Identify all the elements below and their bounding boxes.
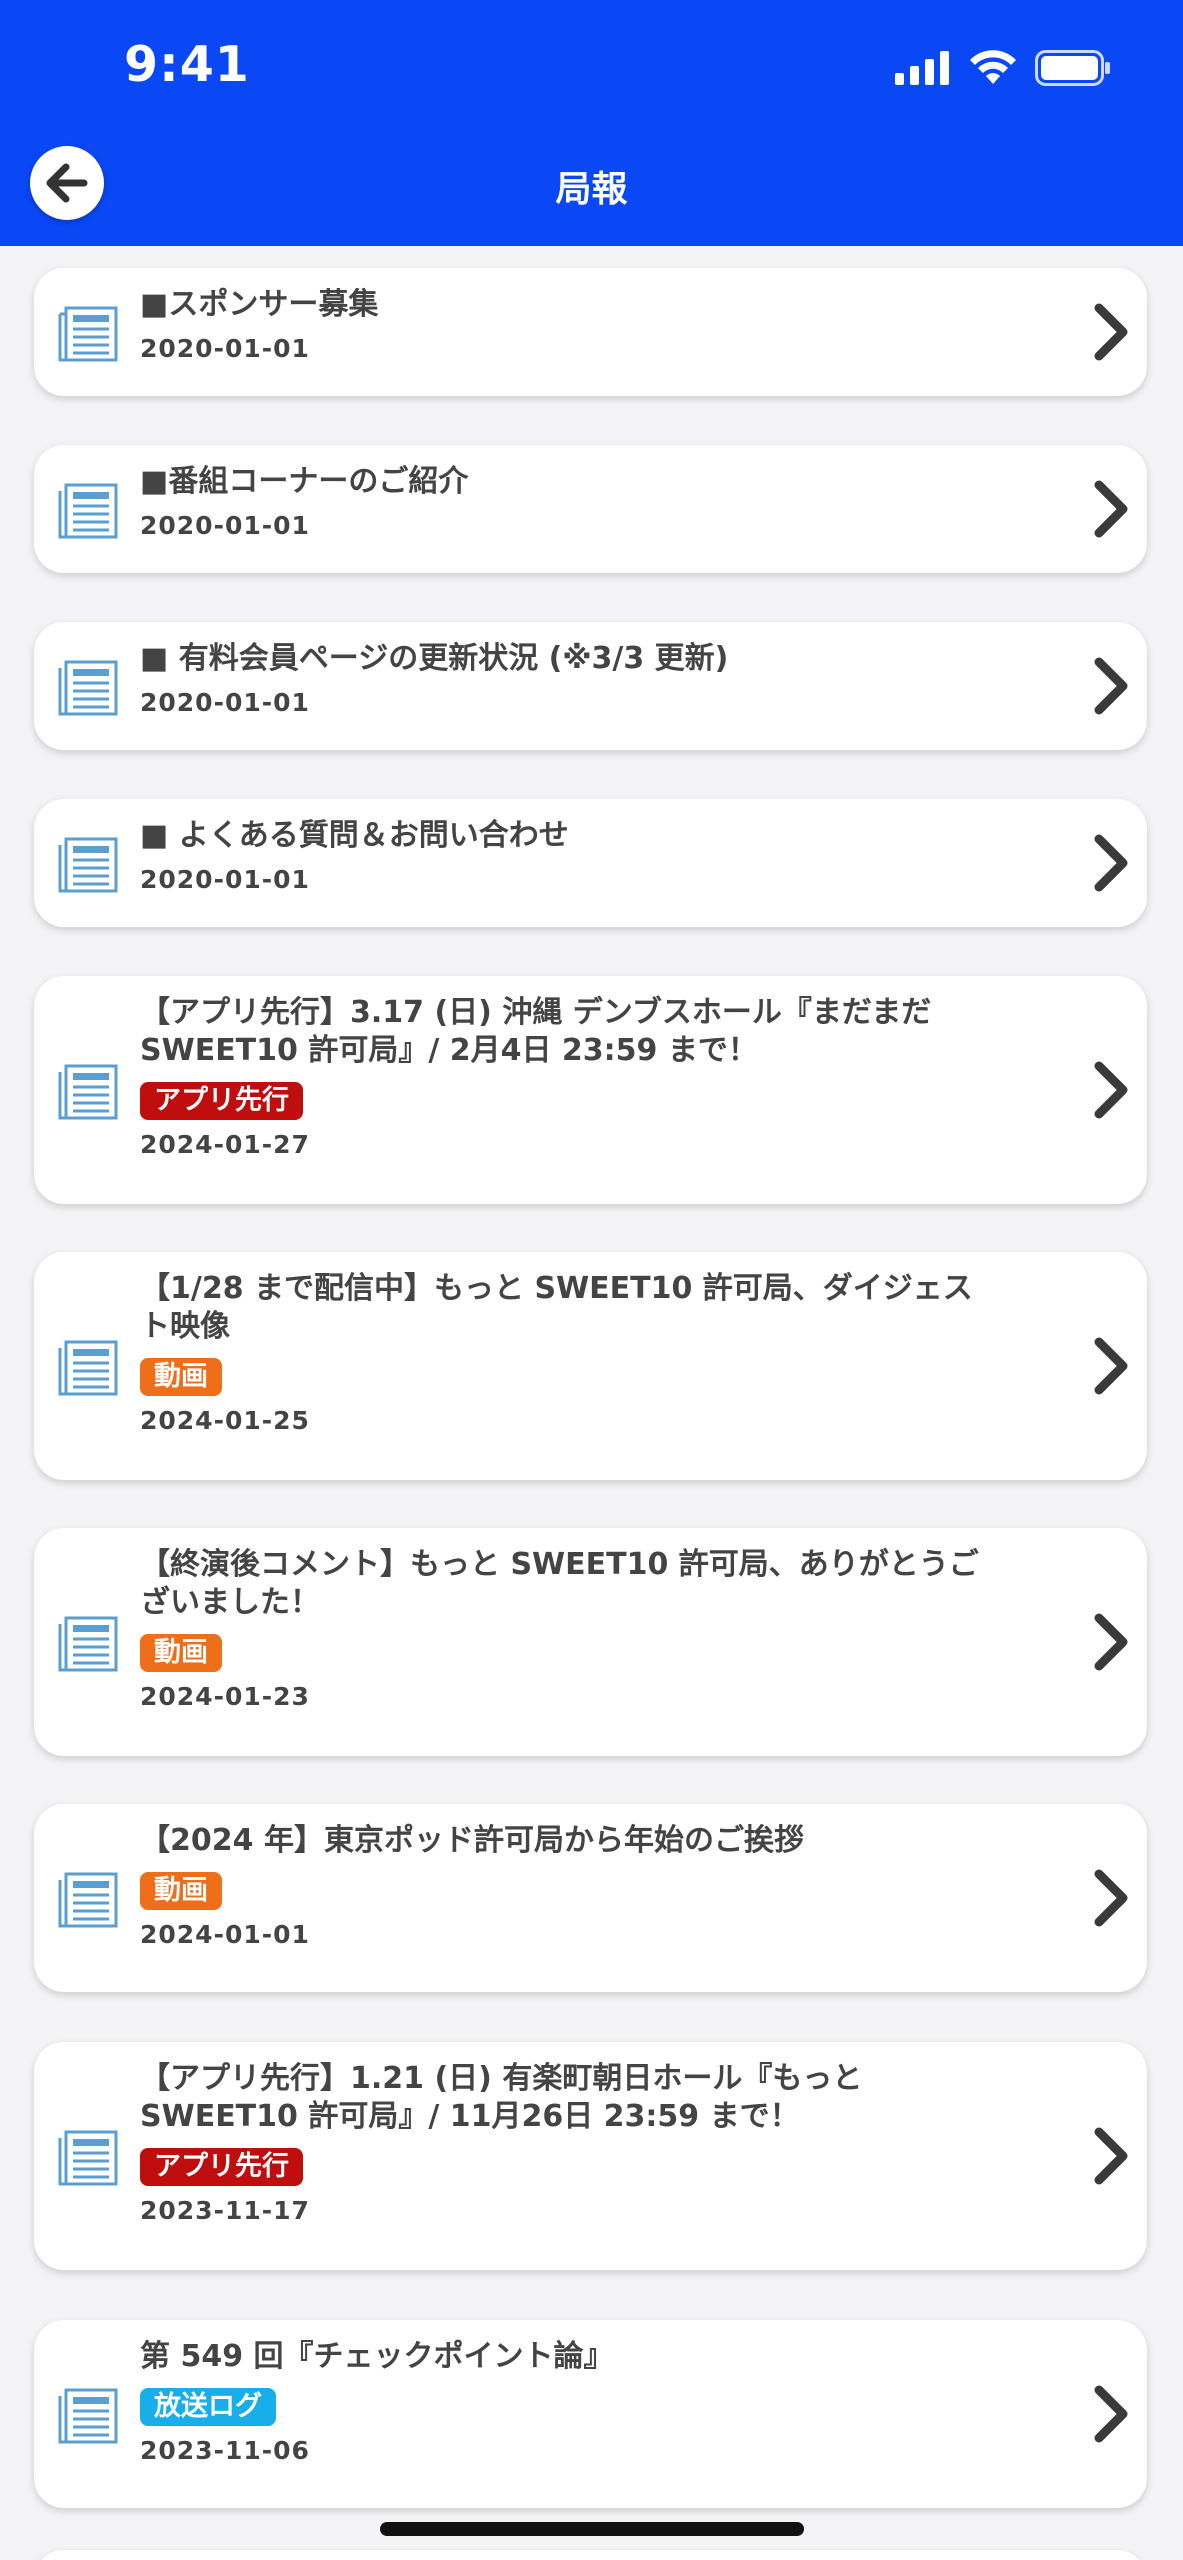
item-title: 【終演後コメント】もっと SWEET10 許可局、ありがとうございました！ <box>140 1547 979 1620</box>
item-title: 【アプリ先行】3.17 (日) 沖縄 デンブスホール『まだまだ SWEET10 … <box>140 995 932 1068</box>
item-date: 2023-11-06 <box>140 2436 310 2465</box>
cellular-signal-icon <box>895 51 949 85</box>
list-item[interactable]: ■ 有料会員ページの更新状況 (※3/3 更新) 2020-01-01 <box>34 622 1147 750</box>
item-date: 2020-01-01 <box>140 511 310 540</box>
home-indicator[interactable] <box>380 2522 804 2536</box>
item-title: ■スポンサー募集 <box>140 287 379 322</box>
chevron-right-icon <box>1094 2385 1128 2443</box>
chevron-right-icon <box>1094 1337 1128 1395</box>
page-title: 局報 <box>555 169 628 210</box>
chevron-right-icon <box>1094 480 1128 538</box>
chevron-right-icon <box>1094 1061 1128 1119</box>
document-icon <box>58 1064 118 1120</box>
chevron-right-icon <box>1094 657 1128 715</box>
document-icon <box>58 837 118 893</box>
document-icon <box>58 483 118 539</box>
item-date: 2020-01-01 <box>140 334 310 363</box>
document-icon <box>58 660 118 716</box>
tag-video: 動画 <box>140 1872 222 1910</box>
header-bar: 9:41 局報 <box>0 0 1183 246</box>
document-icon <box>58 2130 118 2186</box>
item-date: 2024-01-23 <box>140 1682 310 1711</box>
document-icon <box>58 306 118 362</box>
item-title: 【アプリ先行】1.21 (日) 有楽町朝日ホール『もっと SWEET10 許可局… <box>140 2061 863 2134</box>
item-title: ■ 有料会員ページの更新状況 (※3/3 更新) <box>140 641 729 676</box>
item-date: 2020-01-01 <box>140 865 310 894</box>
chevron-right-icon <box>1094 2127 1128 2185</box>
list-item[interactable] <box>34 2550 1147 2560</box>
item-date: 2024-01-25 <box>140 1406 310 1435</box>
tag-video: 動画 <box>140 1634 222 1672</box>
list-item[interactable]: ■ よくある質問＆お問い合わせ 2020-01-01 <box>34 799 1147 927</box>
chevron-right-icon <box>1094 303 1128 361</box>
document-icon <box>58 2388 118 2444</box>
chevron-right-icon <box>1094 1869 1128 1927</box>
document-icon <box>58 1872 118 1928</box>
battery-icon <box>1035 50 1110 86</box>
tag-broadcast-log: 放送ログ <box>140 2388 276 2426</box>
chevron-right-icon <box>1094 1613 1128 1671</box>
item-title: 【1/28 まで配信中】もっと SWEET10 許可局、ダイジェスト映像 <box>140 1271 973 1344</box>
list-item[interactable]: ■番組コーナーのご紹介 2020-01-01 <box>34 445 1147 573</box>
status-time: 9:41 <box>124 36 250 93</box>
item-date: 2024-01-27 <box>140 1130 310 1159</box>
list-item[interactable]: 【アプリ先行】3.17 (日) 沖縄 デンブスホール『まだまだ SWEET10 … <box>34 976 1147 1204</box>
document-icon <box>58 1340 118 1396</box>
tag-video: 動画 <box>140 1358 222 1396</box>
document-icon <box>58 1616 118 1672</box>
list-item[interactable]: 【終演後コメント】もっと SWEET10 許可局、ありがとうございました！ 動画… <box>34 1528 1147 1756</box>
list-item[interactable]: 【2024 年】東京ポッド許可局から年始のご挨拶 動画 2024-01-01 <box>34 1804 1147 1992</box>
tag-app-preorder: アプリ先行 <box>140 2148 303 2186</box>
list-item[interactable]: 第 549 回『チェックポイント論』 放送ログ 2023-11-06 <box>34 2320 1147 2508</box>
wifi-icon <box>970 50 1016 84</box>
item-title: ■ よくある質問＆お問い合わせ <box>140 818 569 853</box>
item-title: ■番組コーナーのご紹介 <box>140 464 469 499</box>
status-icons <box>895 46 1111 90</box>
item-date: 2023-11-17 <box>140 2196 310 2225</box>
item-title: 【2024 年】東京ポッド許可局から年始のご挨拶 <box>140 1823 804 1858</box>
chevron-right-icon <box>1094 834 1128 892</box>
list-item[interactable]: 【1/28 まで配信中】もっと SWEET10 許可局、ダイジェスト映像 動画 … <box>34 1252 1147 1480</box>
list-item[interactable]: ■スポンサー募集 2020-01-01 <box>34 268 1147 396</box>
item-date: 2020-01-01 <box>140 688 310 717</box>
item-title: 第 549 回『チェックポイント論』 <box>140 2339 614 2374</box>
list-item[interactable]: 【アプリ先行】1.21 (日) 有楽町朝日ホール『もっと SWEET10 許可局… <box>34 2042 1147 2270</box>
tag-app-preorder: アプリ先行 <box>140 1082 303 1120</box>
item-date: 2024-01-01 <box>140 1920 310 1949</box>
